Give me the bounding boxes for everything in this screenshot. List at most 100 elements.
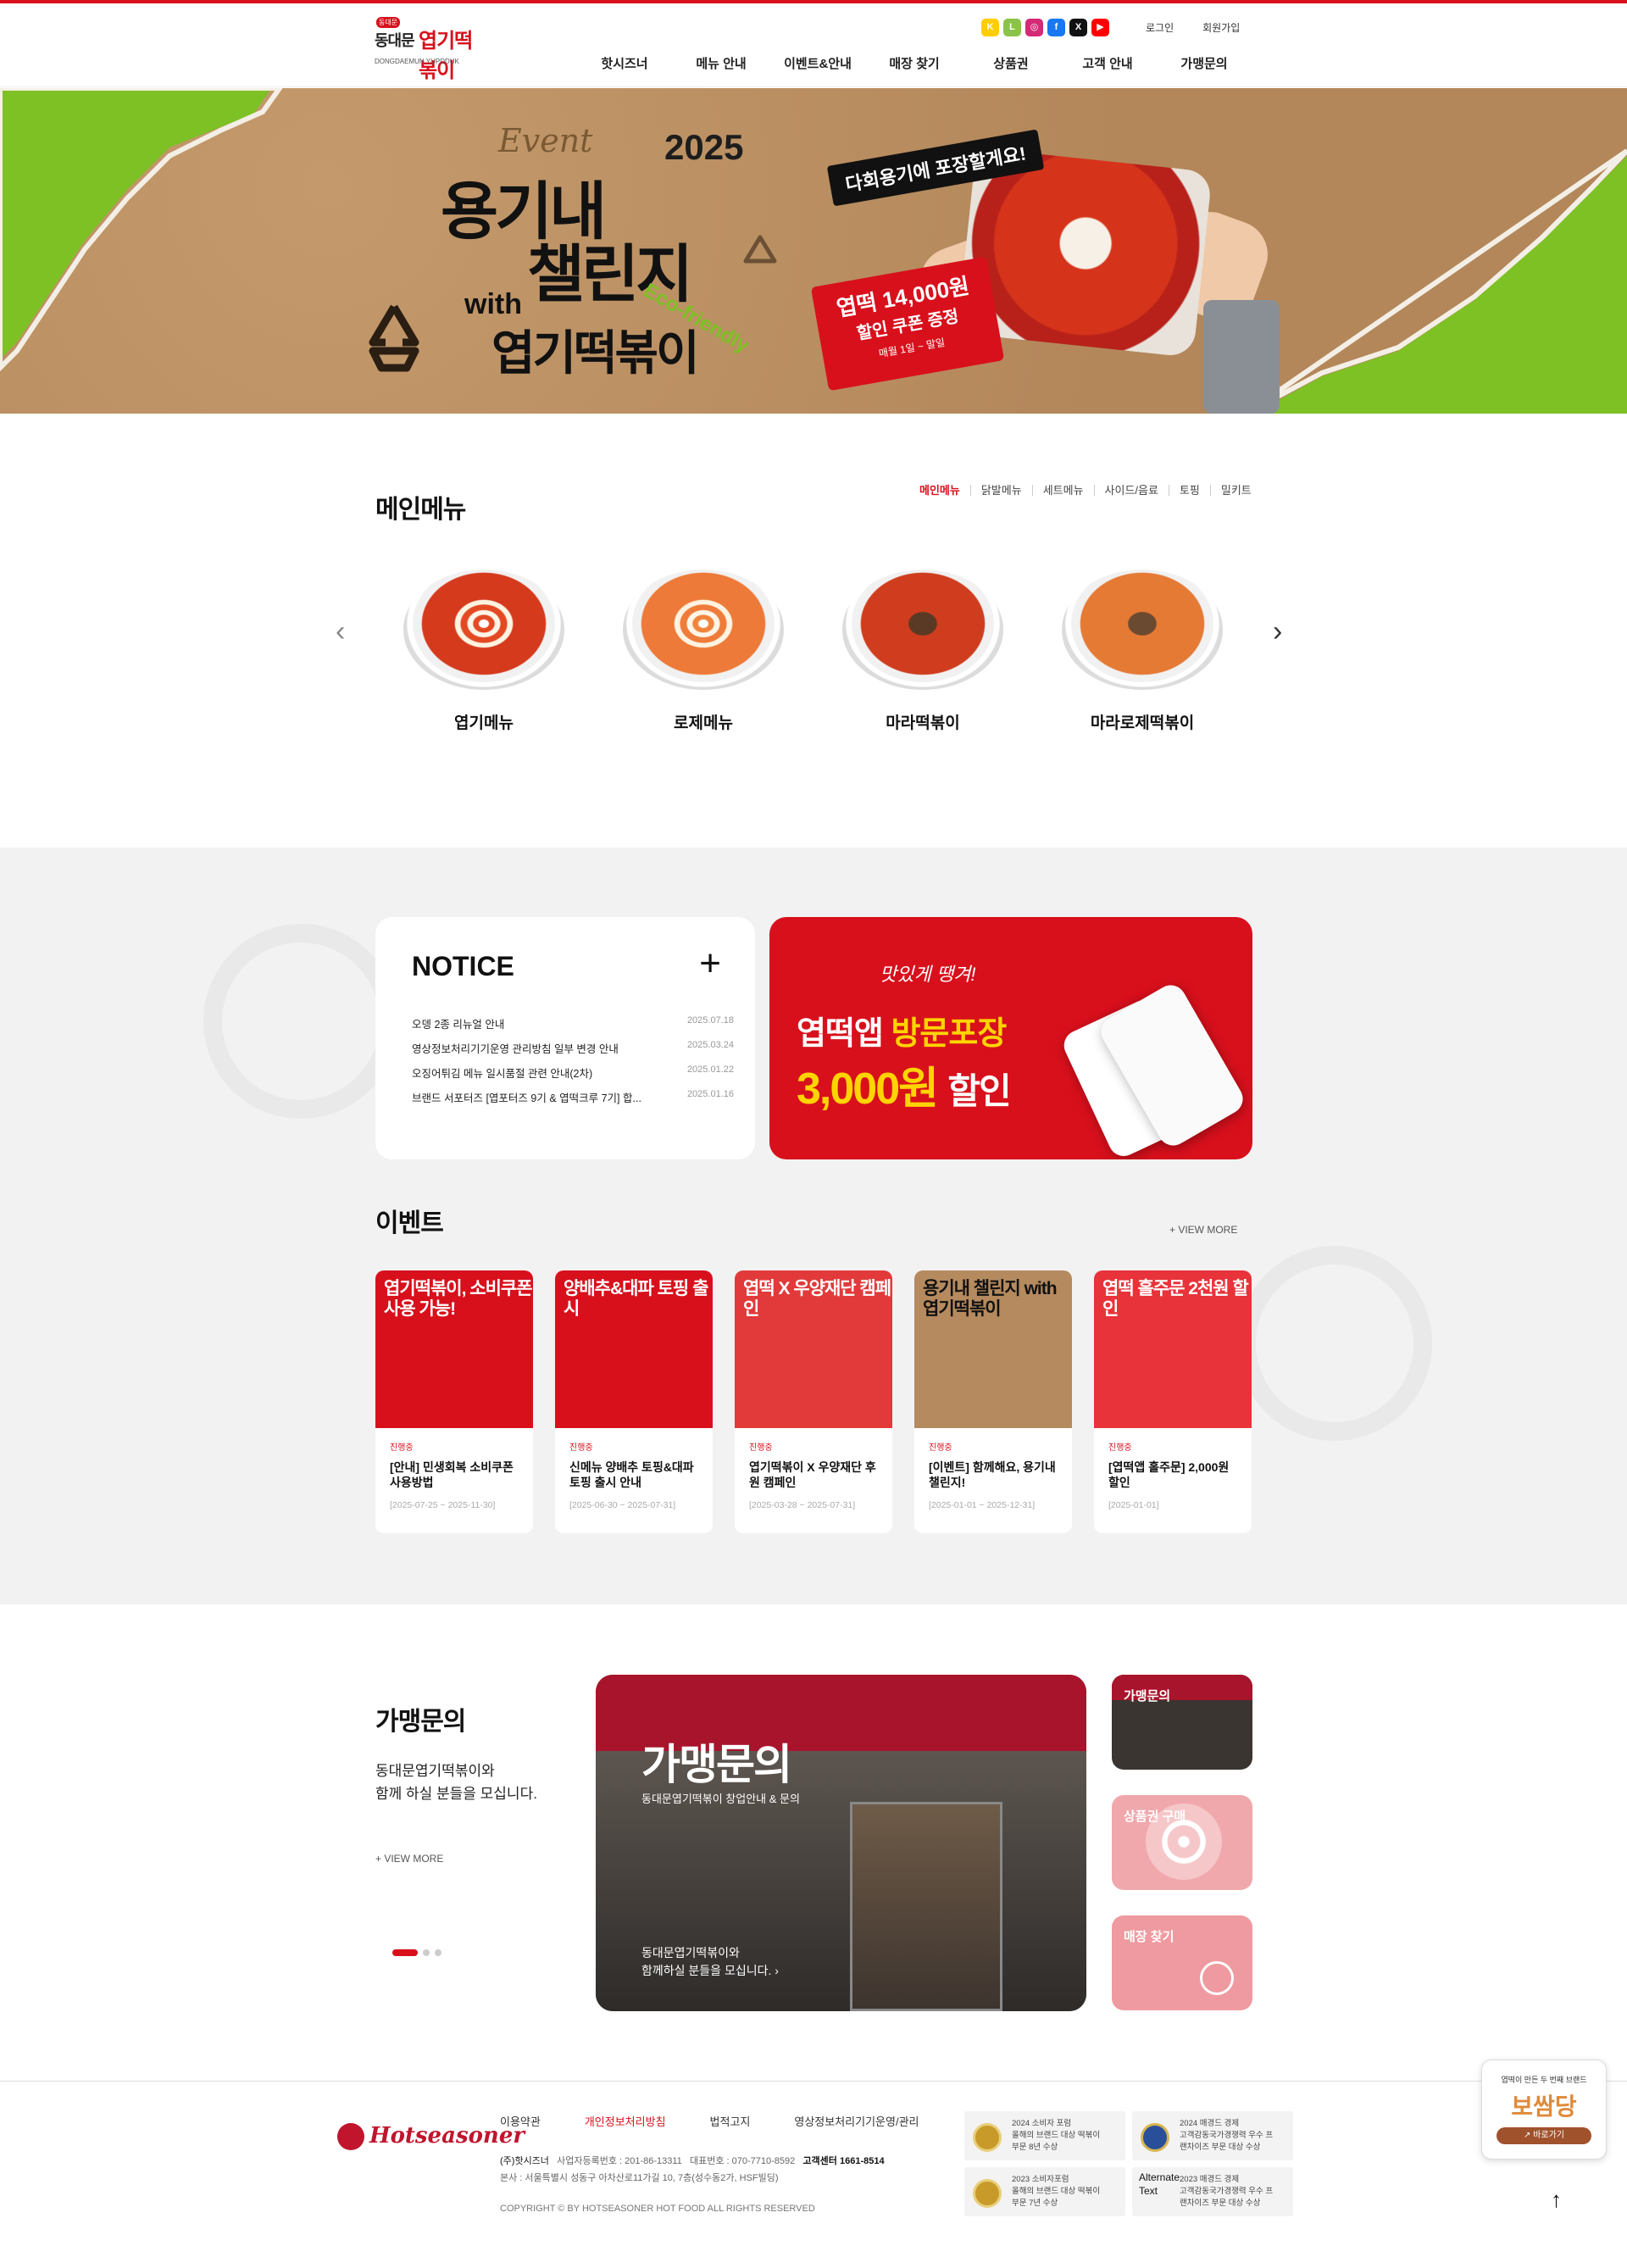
floating-bossam-banner[interactable]: 엽떡이 만든 두 번째 브랜드 보쌈당 ↗ 바로가기 bbox=[1481, 2060, 1607, 2160]
notice-item-title: 오징어튀김 메뉴 일시품절 관련 안내(2차) bbox=[412, 1068, 593, 1080]
award-badge: 2024 소비자 포럼 올해의 브랜드 대상 떡볶이 부문 8년 수상 bbox=[964, 2111, 1125, 2160]
event-card[interactable]: 양배추&대파 토핑 출시 진행중 신메뉴 양배추 토핑&대파 토핑 출시 안내 … bbox=[555, 1270, 713, 1533]
slider-dot[interactable] bbox=[435, 1949, 441, 1956]
franchise-card-bottom-line2: 함께하실 분들을 모십니다. › bbox=[641, 1962, 779, 1980]
nav-menu[interactable]: 메뉴 안내 bbox=[673, 54, 769, 72]
event-card-image-text: 양배추&대파 토핑 출시 bbox=[564, 1279, 708, 1320]
promo-tag: 맛있게 땡겨! bbox=[880, 964, 976, 985]
side-card-store-finder[interactable]: 매장 찾기 bbox=[1112, 1915, 1252, 2010]
promo-highlight: 방문포장 bbox=[891, 1016, 1007, 1052]
event-card-date: [2025-01-01 ~ 2025-12-31] bbox=[929, 1500, 1036, 1510]
x-icon[interactable]: X bbox=[1069, 19, 1087, 36]
notice-item[interactable]: 영상정보처리기기운영 관리방침 일부 변경 안내 2025.03.24 bbox=[412, 1040, 734, 1065]
notice-item-date: 2025.01.16 bbox=[686, 1089, 734, 1099]
nav-event[interactable]: 이벤트&안내 bbox=[769, 54, 866, 72]
franchise-main-card[interactable]: 가맹문의 동대문엽기떡볶이 창업안내 & 문의 동대문엽기떡볶이와 함께하실 분… bbox=[596, 1675, 1086, 2011]
facebook-icon[interactable]: f bbox=[1047, 19, 1065, 36]
kakao-icon[interactable]: K bbox=[981, 19, 999, 36]
footer-terms-link[interactable]: 이용약관 bbox=[500, 2113, 541, 2129]
franchise-slider-dots bbox=[392, 1949, 441, 1956]
franchise-card-bottom-text: 함께하실 분들을 모십니다. bbox=[641, 1964, 772, 1977]
tab-main-menu[interactable]: 메인메뉴 bbox=[919, 485, 970, 496]
floating-banner-brand: 보쌈당 bbox=[1511, 2093, 1577, 2120]
notice-item[interactable]: 오징어튀김 메뉴 일시품절 관련 안내(2차) 2025.01.22 bbox=[412, 1065, 734, 1089]
line-icon[interactable]: L bbox=[1003, 19, 1021, 36]
tab-chicken-feet[interactable]: 닭발메뉴 bbox=[969, 485, 1032, 496]
tab-set-menu[interactable]: 세트메뉴 bbox=[1031, 485, 1094, 496]
event-card-status: 진행중 bbox=[929, 1443, 952, 1453]
chevron-right-icon: › bbox=[775, 1964, 779, 1977]
event-card[interactable]: 엽떡 X 우양재단 캠페인 진행중 엽기떡볶이 X 우양재단 후원 캠페인 [2… bbox=[735, 1270, 892, 1533]
floating-banner-button[interactable]: ↗ 바로가기 bbox=[1497, 2127, 1591, 2144]
footer-legal-link[interactable]: 법적고지 bbox=[710, 2113, 751, 2129]
franchise-card-bottom-line1: 동대문엽기떡볶이와 bbox=[641, 1946, 740, 1959]
nav-hotseasoner[interactable]: 핫시즈너 bbox=[576, 54, 673, 72]
event-card-image-text: 용기내 챌린지 with 엽기떡볶이 bbox=[923, 1279, 1058, 1320]
notice-item[interactable]: 브랜드 서포터즈 [엽포터즈 9기 & 엽떡크루 7기] 합... 2025.01… bbox=[412, 1089, 734, 1114]
award-line3: 랜차이즈 부문 대상 수상 bbox=[1180, 2143, 1261, 2152]
event-card-status: 진행중 bbox=[569, 1443, 593, 1453]
award-line1: 2024 매경드 경제 bbox=[1180, 2119, 1240, 2128]
side-card-gift-card[interactable]: 상품권 구매 bbox=[1112, 1795, 1252, 1890]
slider-dot[interactable] bbox=[423, 1949, 430, 1956]
event-card[interactable]: 엽기떡볶이, 소비쿠폰 사용 가능! 진행중 [안내] 민생회복 소비쿠폰 사용… bbox=[375, 1270, 533, 1533]
award-badge: 2023 소비자포럼 올해의 브랜드 대상 떡볶이 부문 7년 수상 bbox=[964, 2167, 1125, 2216]
promo-line1: 엽떡앱 방문포장 bbox=[797, 1007, 1007, 1053]
events-title: 이벤트 bbox=[375, 1209, 444, 1237]
slider-dot-active[interactable] bbox=[392, 1949, 418, 1956]
event-card-image: 양배추&대파 토핑 출시 bbox=[555, 1270, 713, 1428]
event-card-image: 용기내 챌린지 with 엽기떡볶이 bbox=[914, 1270, 1072, 1428]
notice-card: NOTICE + 오뎅 2종 리뉴얼 안내 2025.07.18 영상정보처리기기… bbox=[375, 917, 755, 1159]
menu-item[interactable]: 엽기메뉴 bbox=[399, 570, 569, 733]
tab-meal-kit[interactable]: 밀키트 bbox=[1209, 485, 1262, 496]
youtube-icon[interactable]: ▶ bbox=[1091, 19, 1109, 36]
scroll-top-icon[interactable]: ↑ bbox=[1551, 2187, 1562, 2213]
nav-gift-card[interactable]: 상품권 bbox=[963, 54, 1059, 72]
menu-next-arrow[interactable]: › bbox=[1273, 615, 1282, 648]
join-link[interactable]: 회원가입 bbox=[1202, 20, 1240, 35]
footer-address: 본사 : 서울특별시 성동구 아차산로11가길 10, 7층(성수동2가, HS… bbox=[500, 2173, 779, 2183]
notice-title: NOTICE bbox=[412, 951, 514, 981]
footer-cctv-link[interactable]: 영상정보처리기기운영/관리 bbox=[794, 2113, 919, 2129]
notice-item[interactable]: 오뎅 2종 리뉴얼 안내 2025.07.18 bbox=[412, 1015, 734, 1040]
award-line3: 랜차이즈 부문 대상 수상 bbox=[1180, 2199, 1261, 2208]
award-line2: 올해의 브랜드 대상 떡볶이 bbox=[1012, 2187, 1101, 2196]
side-card-franchise[interactable]: 가맹문의 bbox=[1112, 1675, 1252, 1770]
tab-topping[interactable]: 토핑 bbox=[1168, 485, 1210, 496]
menu-item[interactable]: 로제메뉴 bbox=[619, 570, 788, 733]
footer-privacy-link[interactable]: 개인정보처리방침 bbox=[585, 2113, 666, 2129]
menu-prev-arrow[interactable]: ‹ bbox=[336, 615, 345, 648]
menu-item-name: 마라로제떡볶이 bbox=[1090, 714, 1195, 732]
franchise-view-more[interactable]: + VIEW MORE bbox=[375, 1853, 443, 1865]
menu-item[interactable]: 마라떡볶이 bbox=[838, 570, 1008, 733]
event-card[interactable]: 용기내 챌린지 with 엽기떡볶이 진행중 [이벤트] 함께해요, 용기내 챌… bbox=[914, 1270, 1072, 1533]
notice-item-date: 2025.01.22 bbox=[686, 1065, 734, 1075]
footer-info-line1: (주)핫시즈너 사업자등록번호 : 201-86-13311 대표번호 : 07… bbox=[500, 2153, 885, 2170]
hero-banner[interactable]: Event 2025 용기내 챌린지 with 엽기떡볶이 Eco-friend… bbox=[0, 88, 1627, 414]
award-line1: 2024 소비자 포럼 bbox=[1012, 2119, 1072, 2128]
nav-franchise[interactable]: 가맹문의 bbox=[1156, 54, 1252, 72]
menu-item[interactable]: 마라로제떡볶이 bbox=[1058, 570, 1227, 733]
nav-store-finder[interactable]: 매장 찾기 bbox=[866, 54, 963, 72]
events-view-more[interactable]: + VIEW MORE bbox=[1169, 1224, 1237, 1236]
footer-company-info: (주)핫시즈너 사업자등록번호 : 201-86-13311 대표번호 : 07… bbox=[500, 2153, 885, 2187]
franchise-card-bottom: 동대문엽기떡볶이와 함께하실 분들을 모십니다. › bbox=[641, 1944, 779, 1980]
award-line2: 고객감동국가경쟁력 우수 프 bbox=[1180, 2187, 1274, 2196]
menu-tabs: 메인메뉴 닭발메뉴 세트메뉴 사이드/음료 토핑 밀키트 bbox=[919, 485, 1262, 496]
app-promo-banner[interactable]: 맛있게 땡겨! 엽떡앱 방문포장 3,000원 할인 bbox=[769, 917, 1252, 1159]
sns-links: K L ◎ f X ▶ bbox=[981, 19, 1109, 36]
event-card-status: 진행중 bbox=[749, 1443, 773, 1453]
logo-badge: 동대문 bbox=[376, 17, 401, 28]
site-logo[interactable]: 동대문 동대문 엽기떡볶이 DONGDAEMUN YUPDDUK bbox=[373, 14, 483, 82]
award-line2: 고객감동국가경쟁력 우수 프 bbox=[1180, 2131, 1274, 2140]
logo-en-text: DONGDAEMUN YUPDDUK bbox=[375, 58, 459, 65]
award-medal-icon bbox=[973, 2179, 1002, 2208]
tab-side-drink[interactable]: 사이드/음료 bbox=[1093, 485, 1169, 496]
event-card[interactable]: 엽떡 홀주문 2천원 할인 진행중 [엽떡앱 홀주문] 2,000원 할인 [2… bbox=[1094, 1270, 1252, 1533]
nav-customer[interactable]: 고객 안내 bbox=[1059, 54, 1156, 72]
event-card-title: [안내] 민생회복 소비쿠폰 사용방법 bbox=[390, 1460, 514, 1490]
instagram-icon[interactable]: ◎ bbox=[1025, 19, 1043, 36]
login-link[interactable]: 로그인 bbox=[1146, 20, 1174, 35]
event-card-date: [2025-01-01] bbox=[1108, 1500, 1159, 1510]
notice-more-icon[interactable]: + bbox=[699, 942, 721, 985]
